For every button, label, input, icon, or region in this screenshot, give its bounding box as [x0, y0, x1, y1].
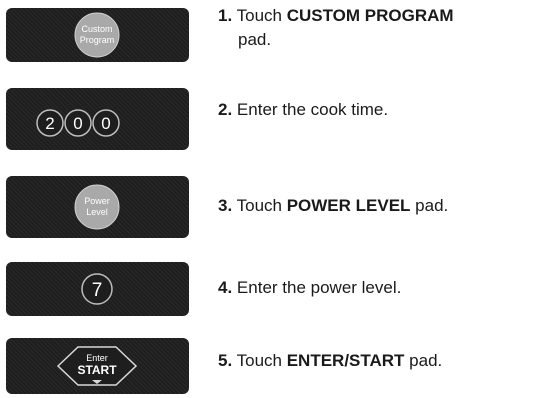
digit-label: 7 — [92, 280, 103, 301]
step-number: 1. — [218, 6, 233, 25]
digit-label: 2 — [45, 114, 54, 133]
step-bold-text: ENTER/START — [286, 351, 405, 370]
step-bold-text: CUSTOM PROGRAM — [286, 6, 454, 25]
step-number: 3. — [218, 196, 233, 215]
step-4-text: 4. Enter the power level. — [218, 276, 401, 300]
step-pre-text: Touch — [236, 6, 287, 25]
digit-label: 0 — [101, 114, 110, 133]
power-level-pad[interactable]: Power Level — [6, 176, 189, 238]
step-number: 2. — [218, 100, 233, 119]
step-post-text: pad. — [410, 196, 449, 215]
step-number: 4. — [218, 278, 233, 297]
number-pad-cook-time[interactable]: 2 0 0 — [6, 88, 189, 150]
digit-label: 0 — [73, 114, 82, 133]
custom-program-label-line2: Program — [80, 35, 115, 45]
step-2-text: 2. Enter the cook time. — [218, 98, 388, 122]
step-pre-text: Enter the power level. — [236, 278, 402, 297]
step-5-text: 5. Touch ENTER/START pad. — [218, 349, 442, 373]
custom-program-pad[interactable]: Custom Program — [6, 8, 189, 62]
step-pre-text: Touch — [236, 351, 287, 370]
step-pre-text: Touch — [236, 196, 287, 215]
step-1-text: 1. Touch CUSTOM PROGRAM pad. — [218, 4, 454, 52]
enter-start-pad[interactable]: Enter START — [6, 338, 189, 394]
power-level-button-icon: Power Level — [74, 184, 120, 230]
step-3-text: 3. Touch POWER LEVEL pad. — [218, 194, 448, 218]
step-pre-text: Enter the cook time. — [236, 100, 389, 119]
enter-start-label-line2: START — [77, 363, 117, 377]
enter-start-button-icon: Enter START — [56, 346, 138, 386]
step-bold-text: POWER LEVEL — [286, 196, 411, 215]
custom-program-label-line1: Custom — [81, 24, 112, 34]
number-pad-power-level[interactable]: 7 — [6, 262, 189, 316]
enter-start-label-line1: Enter — [86, 353, 108, 363]
power-level-label-line1: Power — [84, 196, 110, 206]
custom-program-button-icon: Custom Program — [74, 12, 120, 58]
step-line2-text: pad. — [238, 30, 272, 49]
step-number: 5. — [218, 351, 233, 370]
power-level-label-line2: Level — [86, 207, 108, 217]
digit-buttons-icon: 2 0 0 — [36, 109, 120, 137]
digit-button-icon: 7 — [81, 273, 113, 305]
step-post-text: pad. — [404, 351, 443, 370]
